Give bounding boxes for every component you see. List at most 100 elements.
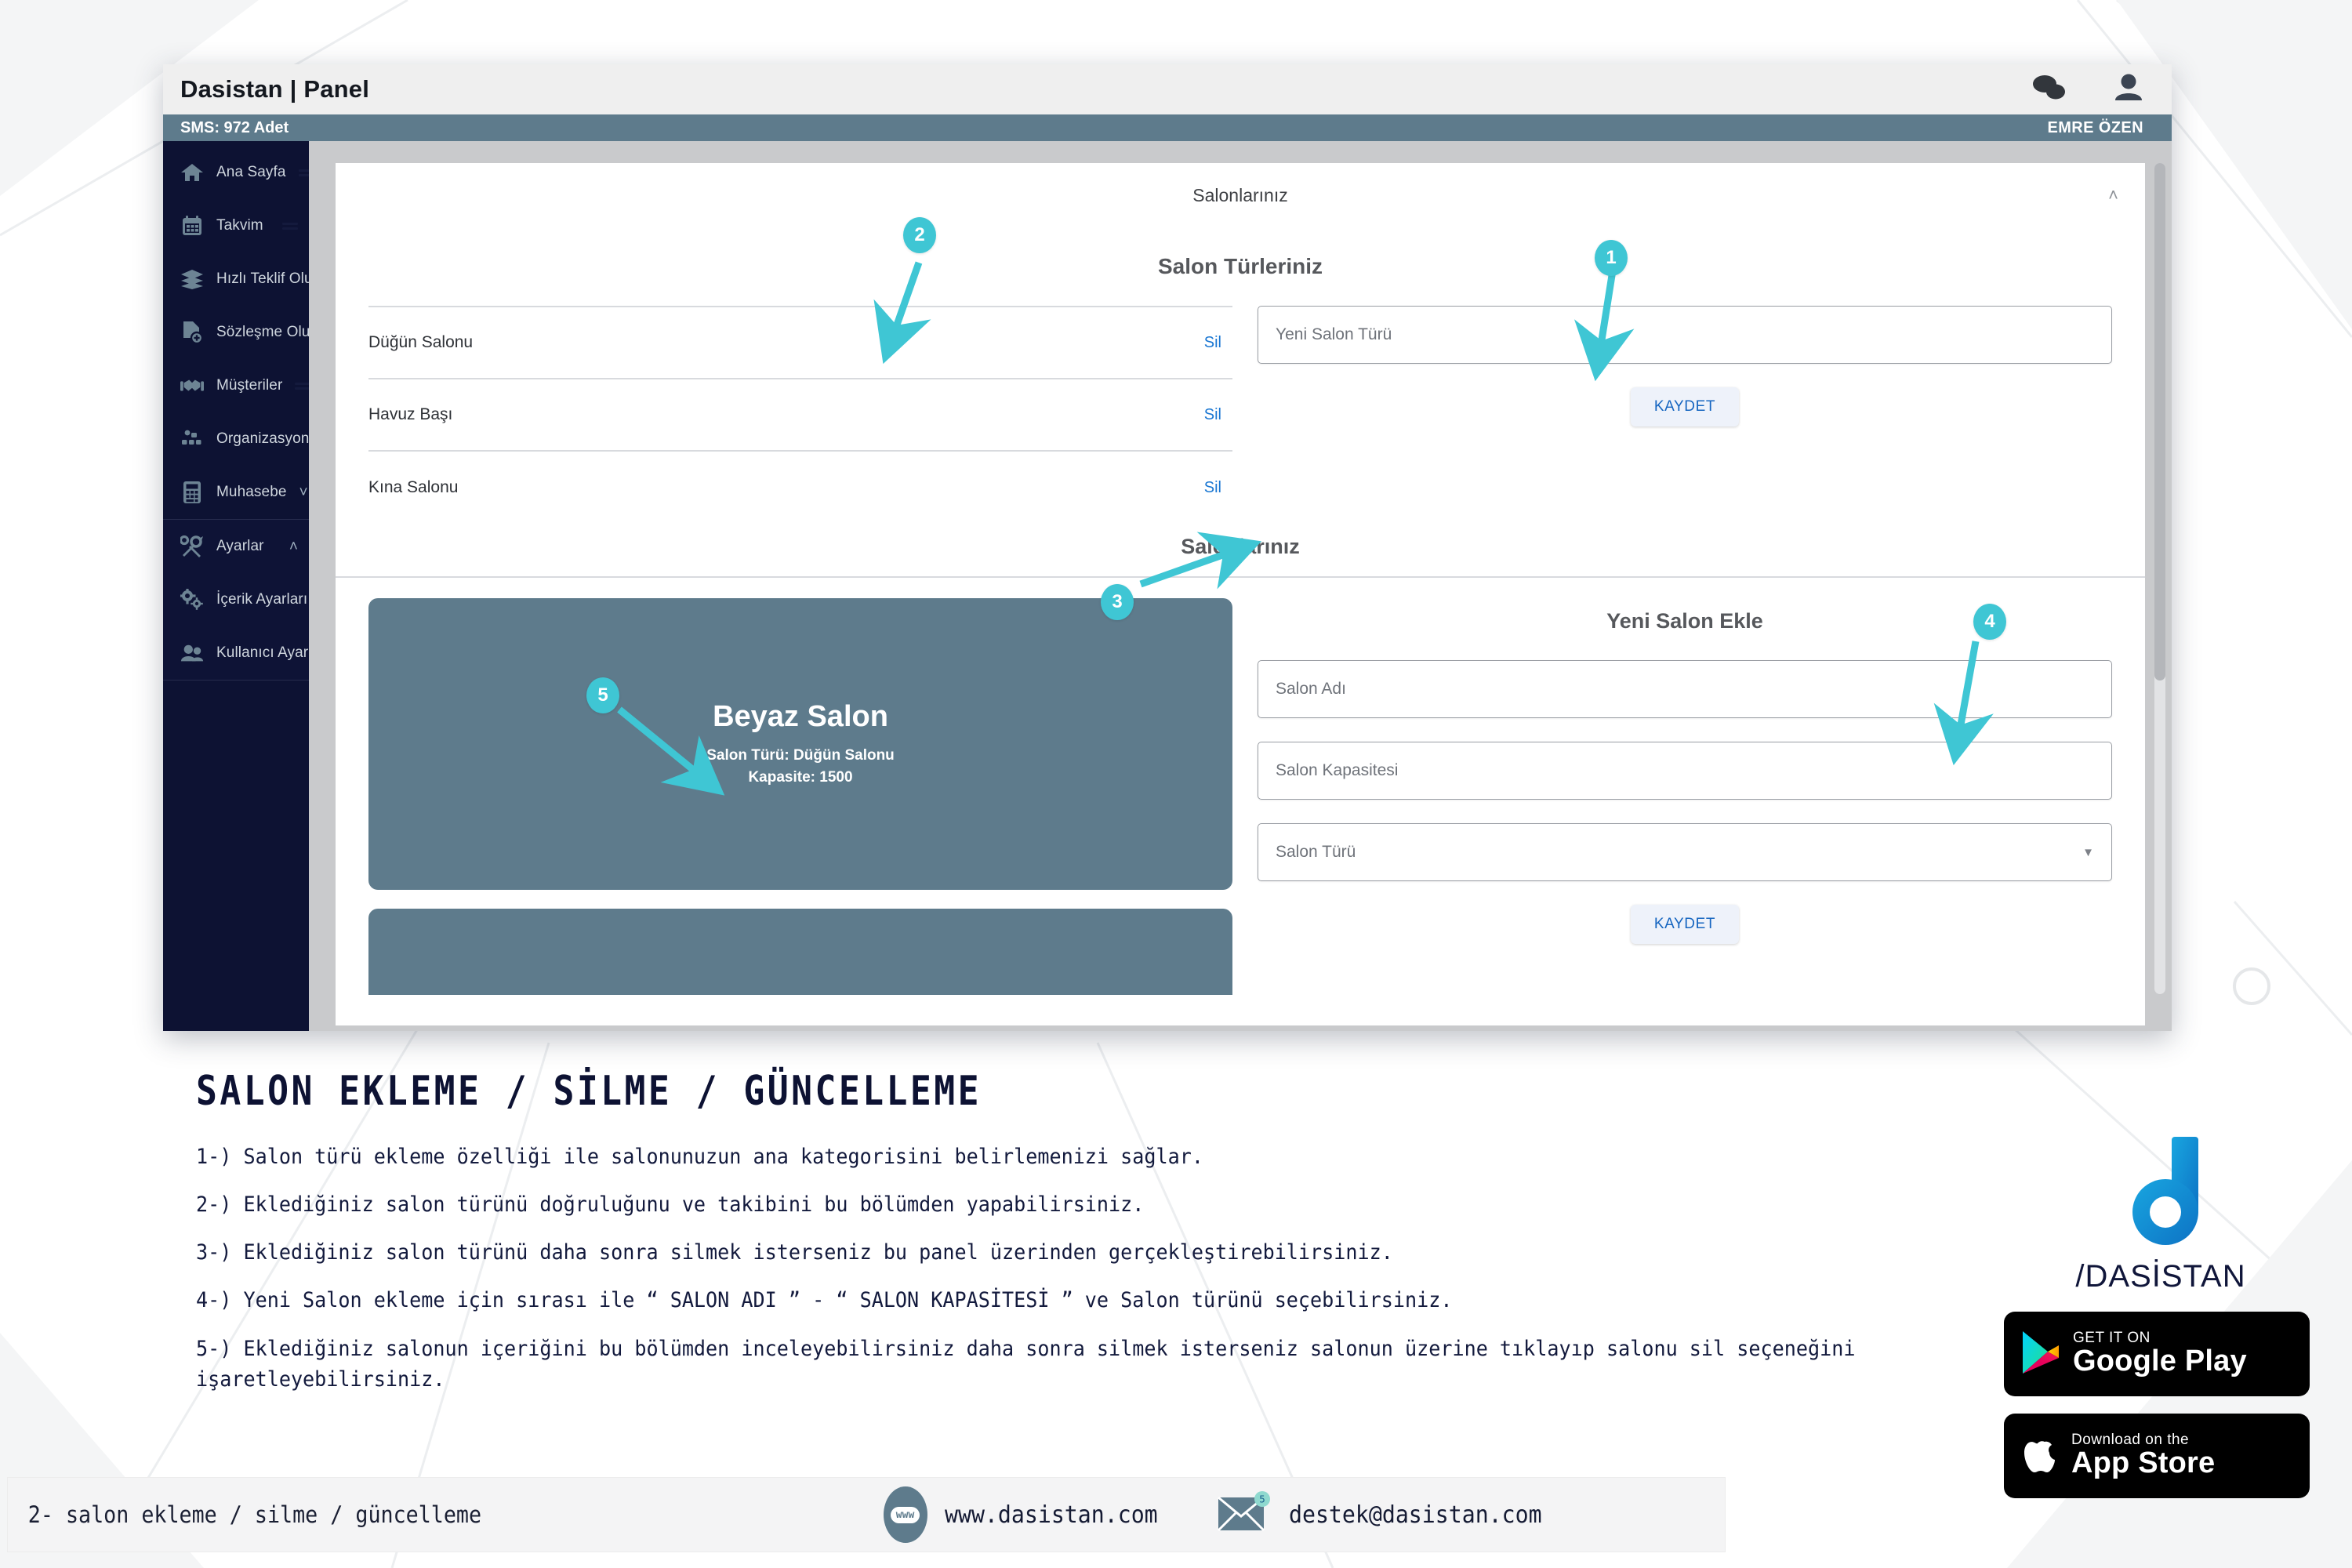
sidebar-item-ayarlar[interactable]: Ayarlar ˄: [163, 520, 309, 573]
panel-header-title: Salonlarınız: [1192, 184, 1288, 205]
callout-2: 2: [903, 217, 936, 253]
salon-card-next-partial[interactable]: [368, 909, 1232, 995]
google-play-big-text: Google Play: [2073, 1345, 2247, 1378]
scrollbar-thumb[interactable]: [2154, 163, 2165, 681]
sidebar-item-label: Müşteriler: [216, 377, 283, 394]
sidebar-item-label: Ayarlar: [216, 538, 264, 554]
table-row[interactable]: Düğün Salonu Sil: [368, 307, 1232, 379]
document-add-icon: [180, 321, 204, 344]
save-salon-button[interactable]: KAYDET: [1630, 905, 1740, 944]
sitemap-icon: [180, 429, 204, 449]
callout-3: 3: [1101, 584, 1134, 620]
sidebar-item-label: İçerik Ayarları: [216, 591, 308, 608]
calendar-icon: [180, 215, 204, 237]
callout-1: 1: [1595, 240, 1628, 276]
callout-4: 4: [1973, 604, 2006, 640]
input-placeholder: Salon Adı: [1276, 680, 1346, 698]
main-content: Salonlarınız ˄ Salon Türleriniz Düğün Sa…: [309, 141, 2172, 1031]
panel-header: Salonlarınız ˄: [336, 163, 2145, 227]
app-store-badge[interactable]: Download on the App Store: [2004, 1414, 2310, 1498]
salon-name-input[interactable]: Salon Adı: [1258, 660, 2112, 718]
google-play-small-text: GET IT ON: [2073, 1330, 2151, 1347]
sidebar-item-hizli-teklif-olustur[interactable]: Hızlı Teklif Oluştur: [163, 252, 366, 306]
gears-icon: [180, 589, 204, 611]
sidebar-item-label: Ana Sayfa: [216, 164, 286, 180]
app-window: Dasistan | Panel SMS: 972 Adet EMRE ÖZEN: [163, 64, 2172, 1031]
titlebar-icon-group: [2032, 74, 2143, 106]
salons-section-title: Salonlarınız: [1181, 535, 1300, 558]
delete-link[interactable]: Sil: [1204, 406, 1232, 424]
salon-card-type: Salon Türü: Düğün Salonu: [706, 746, 895, 764]
caption-title: SALON EKLEME / SİLME / GÜNCELLEME: [196, 1068, 982, 1115]
caption-item-5: 5-) Eklediğiniz salonun içeriğini bu böl…: [196, 1336, 1856, 1392]
footer-website[interactable]: www.dasistan.com: [945, 1501, 1158, 1529]
caption-item-4: 4-) Yeni Salon ekleme için sırası ile “ …: [196, 1288, 1453, 1313]
salon-type-name: Düğün Salonu: [368, 333, 474, 351]
app-title: Dasistan | Panel: [180, 75, 370, 103]
salon-card-capacity: Kapasite: 1500: [748, 768, 853, 786]
delete-link[interactable]: Sil: [1204, 334, 1232, 352]
users-icon: [180, 644, 204, 662]
sidebar-item-organizasyon-olustur[interactable]: Organizasyon Oluştur: [163, 412, 390, 466]
caption-item-3: 3-) Eklediğiniz salon türünü daha sonra …: [196, 1240, 1393, 1265]
delete-link[interactable]: Sil: [1204, 479, 1232, 497]
tools-icon: [180, 535, 204, 557]
salon-cards-column: Beyaz Salon Salon Türü: Düğün Salonu Kap…: [336, 578, 1240, 995]
window-titlebar: Dasistan | Panel: [163, 64, 2172, 114]
google-play-badge[interactable]: GET IT ON Google Play: [2004, 1312, 2310, 1396]
chevron-up-icon: ˄: [289, 538, 298, 555]
caption-block: SALON EKLEME / SİLME / GÜNCELLEME 1-) Sa…: [196, 1068, 1999, 1412]
layers-icon: [180, 269, 204, 289]
sidebar-item-takvim[interactable]: Takvim: [163, 199, 309, 252]
footer-contact-group: www www.dasistan.com 5 destek@dasistan.c…: [883, 1486, 1558, 1543]
footer-email[interactable]: destek@dasistan.com: [1289, 1501, 1542, 1529]
sidebar-item-label: Takvim: [216, 217, 263, 234]
user-avatar-icon[interactable]: [2114, 74, 2143, 106]
sidebar-collapse-group[interactable]: ˄: [289, 539, 298, 554]
salon-card[interactable]: Beyaz Salon Salon Türü: Düğün Salonu Kap…: [368, 598, 1232, 890]
home-icon: [180, 162, 204, 183]
callout-5: 5: [586, 677, 619, 713]
sidebar-item-sozlesme-olustur[interactable]: Sözleşme Oluştur: [163, 306, 364, 359]
sidebar-item-kullanici-ayarlari[interactable]: Kullanıcı Ayarları: [163, 626, 329, 680]
salon-type-select[interactable]: Salon Türü ▼: [1258, 823, 2112, 881]
sidebar-item-muhasebe[interactable]: Muhasebe ˅: [163, 466, 328, 519]
svg-text:5: 5: [1259, 1494, 1265, 1504]
sidebar-item-icerik-ayarlari[interactable]: İçerik Ayarları: [163, 573, 336, 626]
input-placeholder: Yeni Salon Türü: [1276, 325, 1392, 343]
sms-counter: SMS: 972 Adet: [180, 118, 289, 136]
footer-page-label: 2- salon ekleme / silme / güncelleme: [27, 1501, 482, 1528]
dasistan-wordmark: /DASİSTAN: [2075, 1259, 2246, 1294]
handshake-icon: [180, 377, 204, 394]
caption-item-1: 1-) Salon türü ekleme özelliği ile salon…: [196, 1145, 1203, 1169]
types-split-row: Düğün Salonu Sil Havuz Başı Sil Kına Sal…: [336, 279, 2145, 524]
sidebar-item-musteriler[interactable]: Müşteriler: [163, 359, 311, 412]
salon-card-name: Beyaz Salon: [713, 699, 888, 733]
google-play-icon: [2020, 1330, 2060, 1379]
app-store-small-text: Download on the: [2071, 1432, 2190, 1449]
website-icon: www: [883, 1486, 927, 1543]
sidebar-item-ana-sayfa[interactable]: Ana Sayfa: [163, 146, 314, 199]
salon-capacity-input[interactable]: Salon Kapasitesi: [1258, 742, 2112, 800]
current-user-name: EMRE ÖZEN: [2047, 118, 2143, 136]
salon-type-name: Kına Salonu: [368, 478, 459, 496]
table-row[interactable]: Havuz Başı Sil: [368, 379, 1232, 452]
new-salon-type-column: Yeni Salon Türü KAYDET: [1240, 279, 2145, 524]
email-icon: 5: [1215, 1490, 1272, 1541]
sms-statusbar: SMS: 972 Adet EMRE ÖZEN: [163, 114, 2172, 141]
caption-item-2: 2-) Eklediğiniz salon türünü doğruluğunu…: [196, 1192, 1145, 1218]
footer-bar: 2- salon ekleme / silme / güncelleme www…: [8, 1478, 1725, 1552]
save-salon-type-button[interactable]: KAYDET: [1630, 387, 1740, 426]
select-placeholder: Salon Türü: [1276, 843, 1356, 861]
www-text: www: [890, 1506, 920, 1523]
input-placeholder: Salon Kapasitesi: [1276, 761, 1399, 779]
chevron-up-icon[interactable]: ˄: [2108, 185, 2118, 205]
app-store-big-text: App Store: [2071, 1446, 2216, 1480]
apple-logo-icon: [2020, 1432, 2059, 1481]
sidebar-dash-marker: [282, 220, 298, 232]
content-scrollbar[interactable]: [2154, 163, 2165, 994]
table-row[interactable]: Kına Salonu Sil: [368, 452, 1232, 524]
chevron-down-icon: ˅: [299, 484, 308, 501]
chat-bubbles-icon[interactable]: [2032, 74, 2067, 105]
new-salon-type-input[interactable]: Yeni Salon Türü: [1258, 306, 2112, 364]
